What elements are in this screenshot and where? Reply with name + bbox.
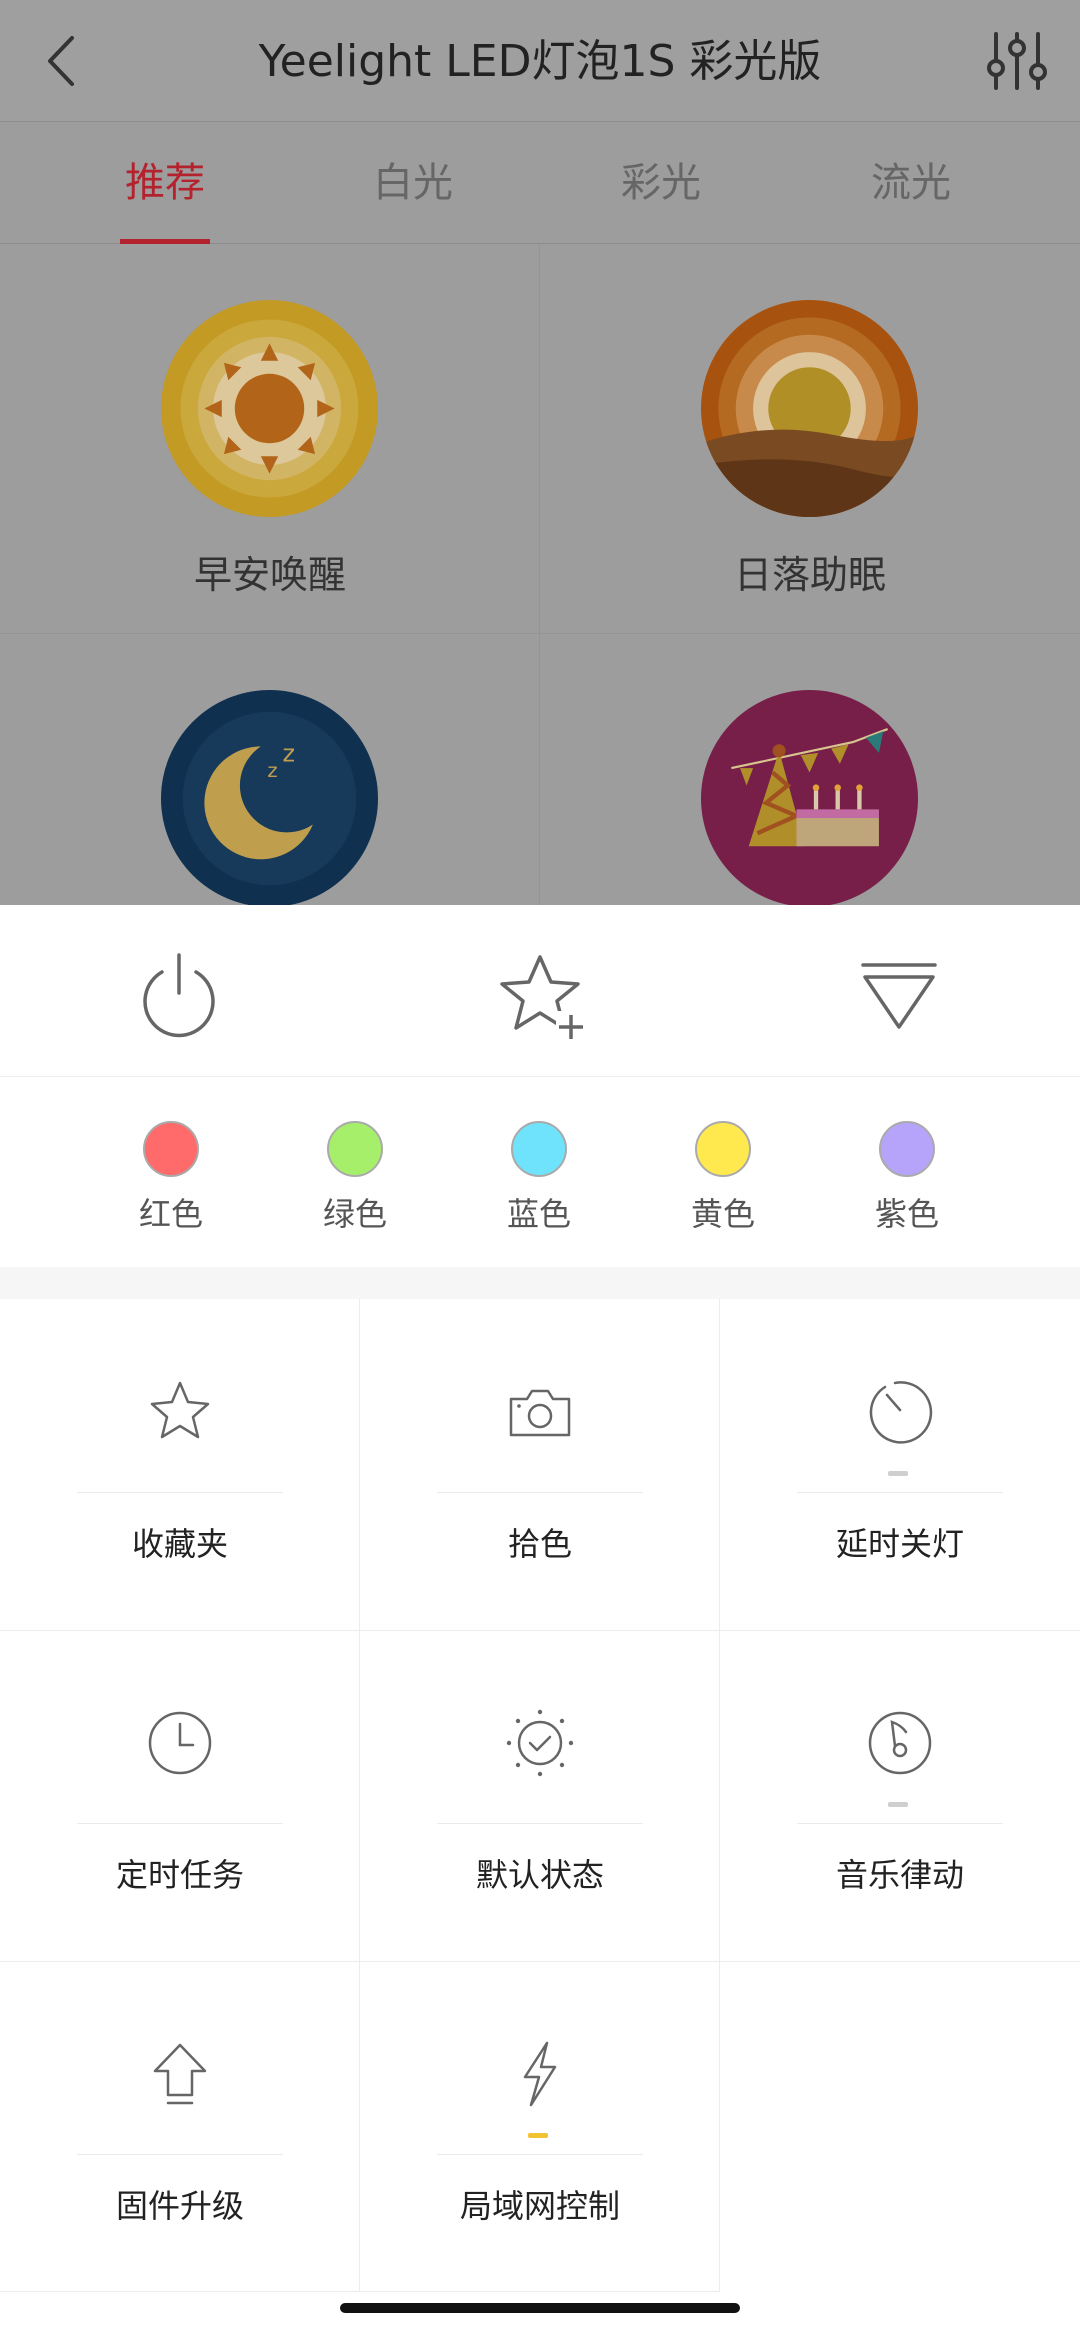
star-icon — [150, 1381, 210, 1439]
scene-card-sunset-sleep[interactable]: 日落助眠 — [540, 244, 1080, 633]
separator — [797, 1492, 1003, 1493]
lightning-icon — [523, 2041, 557, 2107]
page-title: Yeelight LED灯泡1S 彩光版 — [258, 36, 822, 87]
default-state-icon — [506, 1709, 574, 1777]
clock-icon — [148, 1711, 212, 1775]
separator — [437, 1492, 643, 1493]
feature-grid: 收藏夹 拾色 延时关灯 定时任务 默认状态 音乐律动 固件升级 局域网控制 — [0, 1299, 1080, 2292]
section-gap — [0, 1267, 1080, 1299]
color-label: 蓝色 — [506, 1195, 571, 1233]
scene-grid: 早安唤醒 日落助眠 z z — [0, 244, 1080, 905]
tab-color-light[interactable]: 彩光 — [576, 122, 746, 244]
scene-card-night-sleep[interactable]: z z — [0, 634, 540, 905]
feature-color-picker[interactable]: 拾色 — [360, 1299, 720, 1630]
color-dot — [511, 1121, 567, 1177]
scene-card-morning-wake[interactable]: 早安唤醒 — [0, 244, 540, 633]
tab-label: 流光 — [871, 160, 951, 206]
feature-label: 延时关灯 — [835, 1525, 964, 1563]
sliders-icon[interactable] — [982, 26, 1052, 96]
power-icon[interactable] — [129, 945, 229, 1045]
feature-label: 定时任务 — [115, 1856, 244, 1894]
control-sheet: 红色 绿色 蓝色 黄色 紫色 收藏夹 拾色 延时关灯 定时任务 默认状态 音乐律… — [0, 905, 1080, 2330]
color-label: 绿色 — [322, 1195, 387, 1233]
feature-scheduled-tasks[interactable]: 定时任务 — [0, 1630, 360, 1961]
feature-label: 拾色 — [507, 1525, 572, 1563]
party-scene-icon — [701, 690, 918, 905]
color-preset-purple[interactable]: 紫色 — [857, 1077, 957, 1267]
feature-firmware-upgrade[interactable]: 固件升级 — [0, 1961, 360, 2292]
tab-white-light[interactable]: 白光 — [328, 122, 498, 244]
tab-bar: 推荐 白光 彩光 流光 — [0, 122, 1080, 244]
nav-bar: Yeelight LED灯泡1S 彩光版 — [0, 0, 1080, 122]
moon-sleep-scene-icon: z z — [161, 690, 378, 905]
scene-label: 早安唤醒 — [193, 553, 346, 597]
scene-card-party[interactable] — [540, 634, 1080, 905]
app-screen: Yeelight LED灯泡1S 彩光版 推荐 白光 彩光 流光 早安唤醒 日落… — [0, 0, 1080, 2330]
camera-icon — [509, 1389, 571, 1437]
color-label: 红色 — [138, 1195, 203, 1233]
feature-favorites[interactable]: 收藏夹 — [0, 1299, 360, 1630]
separator — [437, 1823, 643, 1824]
scene-label: 日落助眠 — [733, 553, 886, 597]
color-dot — [327, 1121, 383, 1177]
feature-default-state[interactable]: 默认状态 — [360, 1630, 720, 1961]
tab-label: 彩光 — [621, 160, 701, 206]
dimmed-background[interactable]: Yeelight LED灯泡1S 彩光版 推荐 白光 彩光 流光 早安唤醒 日落… — [0, 0, 1080, 905]
feature-label: 默认状态 — [475, 1856, 604, 1894]
feature-label: 音乐律动 — [835, 1856, 964, 1894]
status-indicator-off — [888, 1802, 908, 1807]
color-preset-blue[interactable]: 蓝色 — [489, 1077, 589, 1267]
collapse-triangle-icon[interactable] — [849, 945, 949, 1045]
control-row — [0, 905, 1080, 1077]
feature-label: 局域网控制 — [459, 2187, 620, 2225]
color-preset-red[interactable]: 红色 — [121, 1077, 221, 1267]
sunset-scene-icon — [701, 300, 918, 517]
star-plus-icon[interactable] — [490, 945, 590, 1045]
feature-music-rhythm[interactable]: 音乐律动 — [720, 1630, 1080, 1961]
separator — [77, 1492, 283, 1493]
color-preset-green[interactable]: 绿色 — [305, 1077, 405, 1267]
feature-lan-control[interactable]: 局域网控制 — [360, 1961, 720, 2292]
color-label: 黄色 — [690, 1195, 755, 1233]
tab-label: 白光 — [373, 160, 453, 206]
music-icon — [868, 1711, 932, 1775]
feature-label: 收藏夹 — [131, 1525, 228, 1563]
feature-label: 固件升级 — [115, 2187, 244, 2225]
status-indicator-off — [888, 1471, 908, 1476]
chevron-left-icon[interactable] — [30, 26, 100, 96]
status-indicator-on — [528, 2133, 548, 2138]
color-presets: 红色 绿色 蓝色 黄色 紫色 — [0, 1077, 1080, 1267]
svg-text:z: z — [283, 740, 296, 768]
sunrise-scene-icon — [161, 300, 378, 517]
tab-recommended[interactable]: 推荐 — [80, 122, 250, 244]
color-dot — [143, 1121, 199, 1177]
feature-delay-off[interactable]: 延时关灯 — [720, 1299, 1080, 1630]
color-dot — [695, 1121, 751, 1177]
color-label: 紫色 — [874, 1195, 939, 1233]
separator — [77, 2154, 283, 2155]
home-indicator[interactable] — [340, 2303, 740, 2313]
separator — [797, 1823, 1003, 1824]
upgrade-arrow-icon — [153, 2043, 207, 2105]
separator — [437, 2154, 643, 2155]
separator — [77, 1823, 283, 1824]
delay-timer-icon — [869, 1381, 933, 1444]
tab-flow-light[interactable]: 流光 — [826, 122, 996, 244]
tab-label: 推荐 — [125, 160, 205, 206]
color-dot — [879, 1121, 935, 1177]
color-preset-yellow[interactable]: 黄色 — [673, 1077, 773, 1267]
svg-text:z: z — [267, 759, 277, 782]
